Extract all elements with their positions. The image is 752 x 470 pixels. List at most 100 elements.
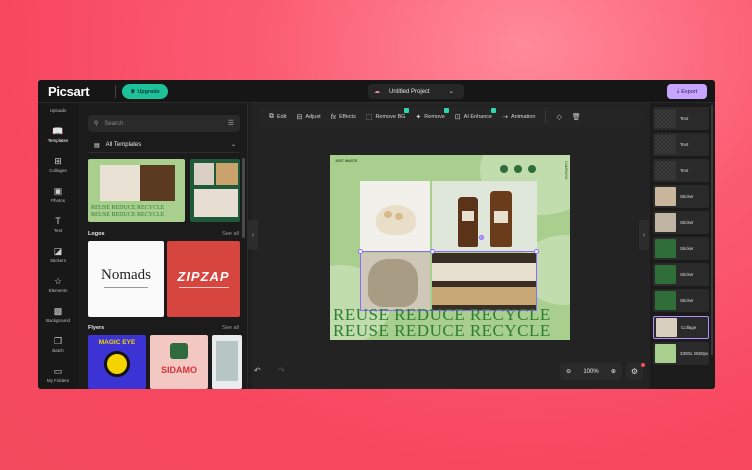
rail-background[interactable]: ▩ Background: [38, 300, 78, 330]
drop-sticker-icon[interactable]: [514, 165, 522, 173]
resize-handle[interactable]: [534, 249, 539, 254]
logo-template-zipzap[interactable]: ZIPZAP: [167, 241, 240, 317]
layers-scrollbar[interactable]: [711, 105, 713, 355]
rotate-handle-icon[interactable]: ↻: [479, 235, 484, 240]
rail-collages[interactable]: ⊞ Collages: [38, 150, 78, 180]
rail-label: My Folders: [46, 378, 70, 383]
layer-label: Text: [680, 168, 689, 173]
picsart-logo[interactable]: Picsart: [48, 84, 90, 99]
rail-photos[interactable]: ▣ Photos: [38, 180, 78, 210]
layer-item[interactable]: Sticker: [653, 289, 709, 312]
template-thumbnail[interactable]: REUSE REDUCE RECYCLE REUSE REDUCE RECYCL…: [88, 159, 185, 222]
layer-item[interactable]: Text: [653, 159, 709, 182]
rail-label: Templates: [47, 138, 69, 143]
ai-enhance-tool-button[interactable]: ⊡ AI Enhance: [455, 108, 497, 121]
recycle-sticker-icon[interactable]: [528, 165, 536, 173]
editor-window: Picsart ♛ Upgrade ☁ Untitled Project ⌄ ⤓…: [38, 80, 715, 389]
cloud-icon: ☁: [374, 89, 380, 95]
layer-item[interactable]: Sticker: [653, 237, 709, 260]
logo-template-nomads[interactable]: Nomads: [88, 241, 164, 317]
layer-item[interactable]: Text: [653, 107, 709, 130]
rail-uploads[interactable]: Uploads: [38, 103, 78, 117]
template-category-icon: ▤: [94, 142, 100, 149]
search-input[interactable]: ⚲ Search ☰: [88, 115, 240, 132]
premium-badge-icon: [491, 108, 497, 113]
tool-label: Remove BG: [375, 114, 406, 120]
collage-photo-bottles[interactable]: [432, 181, 537, 251]
divider: [115, 85, 116, 98]
top-bar: Picsart ♛ Upgrade ☁ Untitled Project ⌄ ⤓…: [38, 80, 715, 103]
flyers-see-all-link[interactable]: See all: [222, 325, 239, 331]
layer-thumbnail: [655, 344, 676, 363]
redo-button[interactable]: ↷: [278, 366, 285, 375]
layers-panel: Text Text Text Sticker Sticker Sticker S…: [650, 103, 715, 389]
layer-label: Sticker: [680, 220, 694, 225]
layer-label: Collage: [681, 325, 697, 330]
remove-bg-icon: ⬚: [365, 114, 373, 121]
flyer-template-magic-eye[interactable]: MAGIC EYE: [88, 335, 146, 389]
collapse-left-panel-button[interactable]: ‹: [248, 220, 258, 250]
zoom-value[interactable]: 100%: [583, 369, 598, 375]
zoom-in-icon[interactable]: ⊕: [611, 368, 616, 375]
layer-thumbnail: [655, 265, 676, 284]
remove-bg-tool-button[interactable]: ⬚ Remove BG: [365, 108, 410, 121]
animation-tool-button[interactable]: ⇢ Animation: [502, 113, 535, 121]
layer-item-selected[interactable]: Collage: [653, 316, 709, 339]
upgrade-button[interactable]: ♛ Upgrade: [122, 84, 168, 99]
layer-thumbnail: [655, 135, 676, 154]
effects-tool-button[interactable]: fx Effects: [331, 114, 356, 121]
rail-stickers[interactable]: ◪ Stickers: [38, 240, 78, 270]
search-icon: ⚲: [94, 121, 99, 127]
layer-label: Sticker: [680, 194, 694, 199]
eraser-button[interactable]: ◇: [556, 113, 561, 121]
remove-tool-button[interactable]: ✦ Remove: [415, 108, 449, 121]
logo-zipzap-text: ZIPZAP: [177, 269, 230, 284]
artboard-side-text[interactable]: CAMPAIGN: [564, 161, 568, 179]
adjust-tool-button[interactable]: ⊟ Adjust: [296, 113, 320, 121]
layer-item[interactable]: Sticker: [653, 263, 709, 286]
book-icon: 📖: [52, 126, 64, 136]
logos-see-all-link[interactable]: See all: [222, 231, 239, 237]
delete-button[interactable]: 🗑: [572, 113, 581, 121]
layer-item[interactable]: Sticker: [653, 211, 709, 234]
layer-item[interactable]: Text: [653, 133, 709, 156]
resize-handle[interactable]: [430, 249, 435, 254]
stack-icon: ❐: [53, 336, 63, 346]
artboard-text-line2[interactable]: REUSE REDUCE RECYCLE: [333, 321, 551, 340]
collage-photo-bread[interactable]: [360, 181, 430, 251]
layer-item[interactable]: Sticker: [653, 185, 709, 208]
artboard[interactable]: JUST WASTE CAMPAIGN ↻ REUSE REDUCE RECYC: [330, 155, 570, 340]
flyer-template-sidamo[interactable]: SIDAMO: [150, 335, 208, 389]
rail-templates[interactable]: 📖 Templates: [38, 120, 78, 150]
artboard-header-text[interactable]: JUST WASTE: [335, 159, 357, 163]
rail-my-folders[interactable]: ▭ My Folders: [38, 360, 78, 389]
notification-dot: [641, 363, 645, 367]
flyer-template[interactable]: [212, 335, 242, 389]
category-dropdown[interactable]: ▤ All Templates ⌄: [88, 138, 240, 153]
layer-thumbnail: [655, 291, 676, 310]
project-title-dropdown[interactable]: ☁ Untitled Project ⌄: [368, 84, 464, 99]
rail-batch[interactable]: ❐ Batch: [38, 330, 78, 360]
tool-label: Remove: [424, 114, 445, 120]
undo-button[interactable]: ↶: [254, 366, 261, 375]
layer-item[interactable]: 3300x 2550px: [653, 342, 709, 365]
templates-panel: ⚲ Search ☰ ▤ All Templates ⌄ REUSE REDUC…: [78, 103, 248, 389]
export-button[interactable]: ⤓ Export: [667, 84, 707, 99]
edit-tool-button[interactable]: ⧉ Edit: [269, 113, 286, 121]
resize-handle[interactable]: [358, 249, 363, 254]
tool-label: Edit: [277, 114, 287, 120]
rail-text[interactable]: T Text: [38, 210, 78, 240]
flyer-text: MAGIC EYE: [98, 339, 136, 346]
trash-icon: 🗑: [571, 114, 581, 121]
panel-scrollbar[interactable]: [242, 158, 245, 238]
chevron-left-icon: ‹: [251, 231, 255, 239]
template-thumbnail[interactable]: [190, 159, 240, 222]
collapse-right-panel-button[interactable]: ›: [639, 220, 649, 250]
globe-sticker-icon[interactable]: [500, 165, 508, 173]
rail-elements[interactable]: ☆ Elements: [38, 270, 78, 300]
zoom-out-icon[interactable]: ⊖: [566, 368, 571, 375]
adjust-icon: ⊟: [296, 114, 303, 121]
filter-icon[interactable]: ☰: [228, 119, 234, 127]
selection-box[interactable]: [360, 251, 537, 311]
gear-icon: ⚙: [630, 367, 639, 376]
